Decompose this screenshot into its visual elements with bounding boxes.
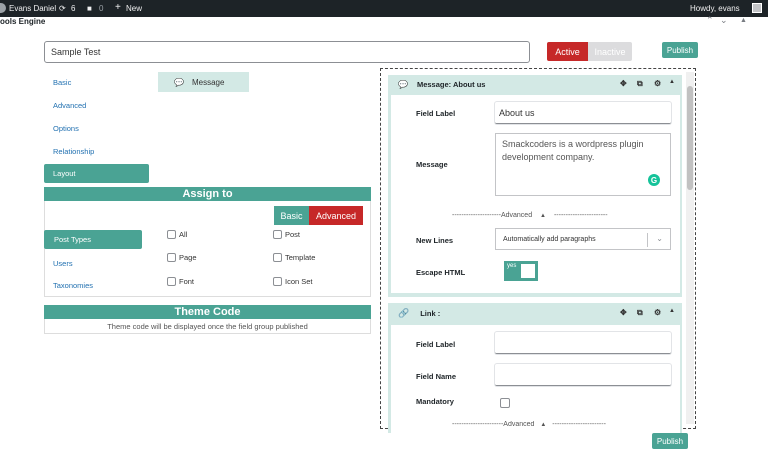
checkbox[interactable] bbox=[273, 277, 282, 286]
link-field-label-input[interactable] bbox=[495, 332, 671, 354]
checkbox[interactable] bbox=[167, 277, 176, 286]
nav-layout[interactable]: Layout bbox=[44, 164, 149, 183]
chevron-down-icon[interactable]: ⌄ bbox=[720, 15, 728, 26]
link-icon: 🔗 bbox=[398, 307, 410, 318]
comments-count[interactable]: 0 bbox=[99, 4, 103, 13]
assign-to-heading: Assign to bbox=[44, 187, 371, 201]
new-lines-select[interactable]: Automatically add paragraphs ⌄ bbox=[495, 228, 671, 250]
caret-up-icon: ▲ bbox=[540, 213, 546, 219]
avatar[interactable] bbox=[752, 3, 762, 13]
assign-basic-button[interactable]: Basic bbox=[274, 206, 309, 225]
checkbox[interactable] bbox=[167, 253, 176, 262]
field-label-label: Field Label bbox=[416, 109, 456, 118]
collapse-arrow-icon[interactable]: ▲ bbox=[740, 17, 747, 24]
move-icon[interactable]: ✥ bbox=[620, 308, 627, 317]
new-lines-value: Automatically add paragraphs bbox=[503, 235, 596, 243]
speech-bubble-icon: 💬 bbox=[174, 77, 184, 87]
nav-relationship[interactable]: Relationship bbox=[53, 147, 94, 156]
option-icon-set[interactable]: Icon Set bbox=[273, 277, 313, 286]
message-field-chip[interactable]: 💬 Message bbox=[158, 72, 249, 92]
plus-icon[interactable]: + bbox=[115, 2, 121, 13]
select-separator bbox=[647, 233, 648, 247]
tab-users[interactable]: Users bbox=[53, 259, 73, 268]
publish-button-bottom[interactable]: Publish bbox=[652, 433, 688, 449]
escape-html-label: Escape HTML bbox=[416, 268, 466, 277]
field-label-input[interactable] bbox=[495, 102, 671, 124]
message-chip-label: Message bbox=[191, 77, 225, 87]
advanced-divider[interactable]: ---------------------Advanced ▲ --------… bbox=[452, 212, 608, 219]
chevron-down-icon: ⌄ bbox=[656, 234, 663, 243]
link-card-header[interactable]: 🔗 Link : ✥ ⧉ ⚙ ▲ bbox=[388, 303, 682, 323]
active-button[interactable]: Active bbox=[547, 42, 588, 61]
site-name-link[interactable]: Evans Daniel bbox=[9, 4, 56, 13]
updates-icon[interactable]: ⟳ bbox=[59, 4, 66, 13]
new-lines-label: New Lines bbox=[416, 236, 454, 245]
option-font[interactable]: Font bbox=[167, 277, 194, 286]
plugin-title: ools Engine bbox=[0, 17, 46, 26]
option-post[interactable]: Post bbox=[273, 230, 300, 239]
toggle-state-text: yes bbox=[507, 263, 517, 269]
option-template[interactable]: Template bbox=[273, 253, 315, 262]
grammarly-icon[interactable]: G bbox=[648, 174, 660, 186]
message-label: Message bbox=[416, 160, 448, 169]
assign-advanced-button[interactable]: Advanced bbox=[309, 206, 363, 225]
howdy-user-link[interactable]: Howdy, evans bbox=[690, 4, 740, 13]
updates-count[interactable]: 6 bbox=[71, 4, 75, 13]
message-card-title: Message: About us bbox=[416, 79, 486, 89]
speech-bubble-icon: 💬 bbox=[398, 79, 408, 89]
link-field-label-label: Field Label bbox=[416, 340, 456, 349]
comments-icon[interactable]: ■ bbox=[87, 4, 92, 13]
collapse-icon[interactable]: ▲ bbox=[669, 308, 675, 314]
theme-code-note: Theme code will be displayed once the fi… bbox=[44, 319, 371, 334]
message-textarea[interactable]: Smackcoders is a wordpress plugin develo… bbox=[495, 133, 671, 196]
field-group-title-input[interactable] bbox=[44, 41, 530, 63]
new-content-link[interactable]: New bbox=[126, 4, 142, 13]
link-field-name-input[interactable] bbox=[495, 364, 671, 386]
tab-taxonomies[interactable]: Taxonomies bbox=[53, 281, 93, 290]
toggle-knob bbox=[521, 264, 535, 278]
duplicate-icon[interactable]: ⧉ bbox=[637, 79, 643, 89]
nav-options[interactable]: Options bbox=[53, 124, 79, 133]
duplicate-icon[interactable]: ⧉ bbox=[637, 308, 643, 318]
option-all[interactable]: All bbox=[167, 230, 187, 239]
escape-html-toggle[interactable]: yes bbox=[504, 261, 538, 281]
publish-button-top[interactable]: Publish bbox=[662, 42, 698, 58]
link-advanced-divider[interactable]: ----------------------Advanced ▲ -------… bbox=[452, 421, 606, 429]
checkbox[interactable] bbox=[167, 230, 176, 239]
option-page[interactable]: Page bbox=[167, 253, 197, 262]
theme-code-heading: Theme Code bbox=[44, 305, 371, 319]
wordpress-logo-icon[interactable] bbox=[0, 3, 6, 13]
nav-basic[interactable]: Basic bbox=[53, 78, 71, 87]
checkbox[interactable] bbox=[273, 253, 282, 262]
nav-advanced[interactable]: Advanced bbox=[53, 101, 86, 110]
gear-icon[interactable]: ⚙ bbox=[654, 308, 661, 317]
inactive-button[interactable]: Inactive bbox=[588, 42, 632, 61]
move-icon[interactable]: ✥ bbox=[620, 79, 627, 88]
link-card-title: Link : bbox=[420, 308, 441, 318]
mandatory-label: Mandatory bbox=[416, 397, 454, 406]
scrollbar-thumb[interactable] bbox=[687, 86, 693, 190]
gear-icon[interactable]: ⚙ bbox=[654, 79, 661, 88]
checkbox[interactable] bbox=[273, 230, 282, 239]
mandatory-checkbox[interactable] bbox=[500, 398, 510, 408]
message-card-header[interactable]: 💬 Message: About us ✥ ⧉ ⚙ ▲ bbox=[388, 75, 682, 93]
chevron-up-icon[interactable]: ⌃ bbox=[706, 15, 714, 26]
admin-bar: Evans Daniel ⟳ 6 ■ 0 + New Howdy, evans bbox=[0, 0, 768, 17]
caret-up-icon: ▲ bbox=[540, 422, 547, 428]
link-field-name-label: Field Name bbox=[416, 372, 457, 381]
collapse-icon[interactable]: ▲ bbox=[669, 79, 675, 85]
tab-post-types[interactable]: Post Types bbox=[44, 230, 142, 249]
